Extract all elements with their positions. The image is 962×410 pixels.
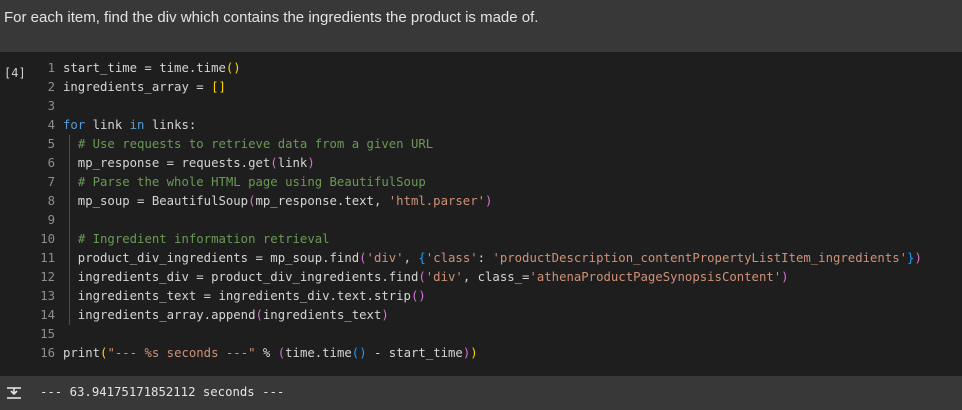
code-line: 5 # Use requests to retrieve data from a… xyxy=(39,135,962,154)
code-text: ingredients_array.append(ingredients_tex… xyxy=(63,308,389,322)
code-text: mp_response = requests.get(link) xyxy=(63,156,315,170)
line-number: 4 xyxy=(47,118,55,132)
markdown-text: For each item, find the div which contai… xyxy=(4,9,539,26)
code-text: product_div_ingredients = mp_soup.find('… xyxy=(63,251,922,265)
line-number: 12 xyxy=(40,270,55,284)
line-number: 5 xyxy=(47,137,55,151)
code-line: 13 ingredients_text = ingredients_div.te… xyxy=(39,287,962,306)
code-text: ingredients_div = product_div_ingredient… xyxy=(63,270,789,284)
code-text: # Ingredient information retrieval xyxy=(77,232,330,246)
code-line: 2 ingredients_array = [] xyxy=(39,78,962,97)
output-area: --- 63.94175171852112 seconds --- xyxy=(0,376,962,410)
code-line: 1 start_time = time.time() xyxy=(39,59,962,78)
output-text: --- 63.94175171852112 seconds --- xyxy=(40,385,285,399)
line-number: 9 xyxy=(47,213,55,227)
code-line: 6 mp_response = requests.get(link) xyxy=(39,154,962,173)
execution-count-label: [4] xyxy=(4,66,26,80)
line-number: 3 xyxy=(47,99,55,113)
line-number: 13 xyxy=(40,289,55,303)
code-text: for link in links: xyxy=(63,118,197,132)
indent-guide xyxy=(69,135,70,325)
line-number: 2 xyxy=(47,80,55,94)
code-line: 16 print("--- %s seconds ---" % (time.tim… xyxy=(39,344,962,363)
code-line: 8 mp_soup = BeautifulSoup(mp_response.te… xyxy=(39,192,962,211)
code-text: mp_soup = BeautifulSoup(mp_response.text… xyxy=(63,194,493,208)
output-toggle-icon[interactable] xyxy=(6,385,22,401)
code-text: ingredients_text = ingredients_div.text.… xyxy=(63,289,426,303)
code-line: 14 ingredients_array.append(ingredients_… xyxy=(39,306,962,325)
line-number: 8 xyxy=(47,194,55,208)
code-text: start_time = time.time() xyxy=(63,61,241,75)
code-text: # Parse the whole HTML page using Beauti… xyxy=(77,175,426,189)
code-line: 3 xyxy=(39,97,962,116)
line-number: 6 xyxy=(47,156,55,170)
code-cell[interactable]: [4] 1 start_time = time.time() 2 ingredient… xyxy=(0,52,962,410)
code-line: 4 for link in links: xyxy=(39,116,962,135)
code-line: 15 xyxy=(39,325,962,344)
line-number: 1 xyxy=(47,61,55,75)
code-text: # Use requests to retrieve data from a g… xyxy=(77,137,434,151)
code-line: 10 # Ingredient information retrieval xyxy=(39,230,962,249)
code-line: 7 # Parse the whole HTML page using Beau… xyxy=(39,173,962,192)
code-line: 12 ingredients_div = product_div_ingredi… xyxy=(39,268,962,287)
markdown-cell[interactable]: For each item, find the div which contai… xyxy=(0,0,962,52)
code-text: print("--- %s seconds ---" % (time.time(… xyxy=(63,346,478,360)
line-number: 14 xyxy=(40,308,55,322)
code-line: 11 product_div_ingredients = mp_soup.fin… xyxy=(39,249,962,268)
line-number: 11 xyxy=(40,251,55,265)
line-number: 7 xyxy=(47,175,55,189)
line-number: 15 xyxy=(40,327,55,341)
code-editor[interactable]: 1 start_time = time.time() 2 ingredients_ar… xyxy=(39,59,962,377)
line-number: 16 xyxy=(40,346,55,360)
code-text: ingredients_array = [] xyxy=(63,80,226,94)
code-line: 9 xyxy=(39,211,962,230)
line-number: 10 xyxy=(40,232,55,246)
